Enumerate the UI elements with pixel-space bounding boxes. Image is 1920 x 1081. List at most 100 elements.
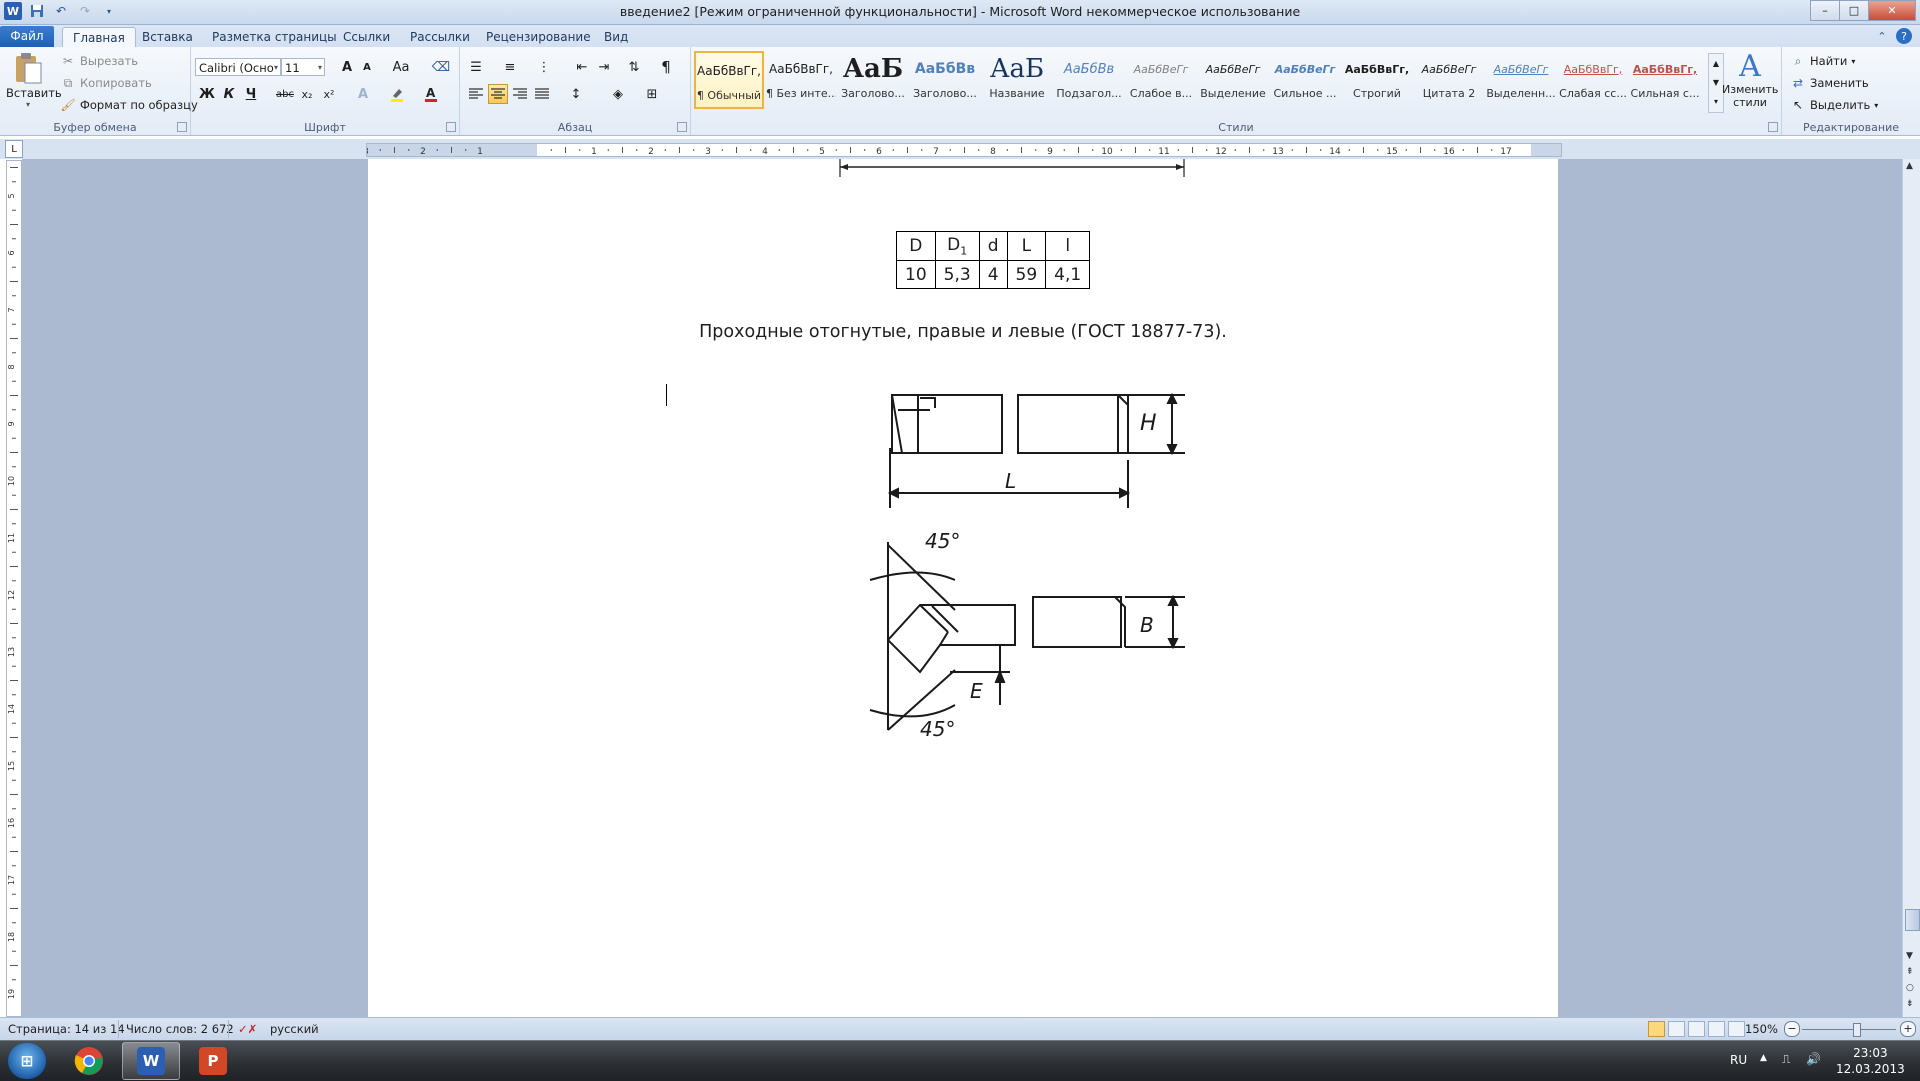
style-subtle-emphasis[interactable]: АаБбВеГг Слабое в... <box>1126 51 1196 109</box>
find-button[interactable]: ⌕ Найти ▾ <box>1790 53 1856 69</box>
table-cell[interactable]: 4,1 <box>1045 260 1091 290</box>
align-left-icon[interactable] <box>466 84 486 104</box>
italic-button[interactable]: К <box>219 84 239 104</box>
scroll-down-icon[interactable]: ▼ <box>1906 951 1913 961</box>
prev-page-icon[interactable]: ⇞ <box>1906 967 1914 977</box>
sort-icon[interactable]: ⇅ <box>624 57 644 77</box>
scroll-up-icon[interactable]: ▲ <box>1906 161 1913 171</box>
table-cell[interactable]: 59 <box>1006 260 1047 290</box>
input-language[interactable]: RU <box>1730 1053 1747 1067</box>
start-button[interactable]: ⊞ <box>8 1043 46 1079</box>
copy-button[interactable]: ⧉ Копировать <box>60 75 152 91</box>
styles-launcher-icon[interactable] <box>1768 122 1778 132</box>
font-size-combo[interactable]: 11 ▾ <box>281 58 325 76</box>
style-strong[interactable]: АаБбВвГг, Строгий <box>1342 51 1412 109</box>
style-no-spacing[interactable]: АаБбВвГг, ¶ Без инте... <box>766 51 836 109</box>
style-heading-2[interactable]: АаБбВв Заголово... <box>910 51 980 109</box>
style-intense-reference[interactable]: АаБбВвГг, Сильная с... <box>1630 51 1700 109</box>
page-indicator[interactable]: Страница: 14 из 14 <box>8 1022 125 1036</box>
change-styles-button[interactable]: A Изменить стили <box>1722 51 1778 110</box>
replace-button[interactable]: ⇄ Заменить <box>1790 75 1869 91</box>
table-header-cell[interactable]: L <box>1006 230 1047 262</box>
text-effects-icon[interactable]: A <box>353 84 373 104</box>
figure-caption[interactable]: Проходные отогнутые, правые и левые (ГОС… <box>368 322 1558 342</box>
proofing-icon[interactable]: ✓✗ <box>238 1022 257 1036</box>
paragraph-launcher-icon[interactable] <box>677 122 687 132</box>
zoom-in-icon[interactable]: + <box>1900 1021 1916 1037</box>
scroll-thumb[interactable] <box>1905 909 1920 931</box>
justify-icon[interactable] <box>532 84 552 104</box>
tab-insert[interactable]: Вставка <box>132 27 203 47</box>
bold-button[interactable]: Ж <box>197 84 217 104</box>
draft-icon[interactable] <box>1728 1021 1745 1037</box>
next-page-icon[interactable]: ⇟ <box>1906 999 1914 1009</box>
close-button[interactable]: ✕ <box>1868 0 1916 21</box>
cut-button[interactable]: ✂ Вырезать <box>60 53 138 69</box>
align-center-icon[interactable] <box>488 84 508 104</box>
vertical-ruler[interactable]: 5 6 7 8 9 10 11 12 13 14 15 16 17 18 19 <box>6 160 22 1017</box>
align-right-icon[interactable] <box>510 84 530 104</box>
style-subtitle[interactable]: АаБбВв Подзагол... <box>1054 51 1124 109</box>
tab-review[interactable]: Рецензирование <box>476 27 601 47</box>
line-spacing-icon[interactable]: ↕ <box>566 84 586 104</box>
style-intense-quote[interactable]: АаБбВеГг Выделенн... <box>1486 51 1556 109</box>
chrome-taskbar-app[interactable] <box>60 1042 118 1080</box>
grow-font-button[interactable]: A <box>337 57 357 77</box>
tab-page-layout[interactable]: Разметка страницы <box>202 27 347 47</box>
style-heading-1[interactable]: АаБ Заголово... <box>838 51 908 109</box>
style-normal[interactable]: АаБбВвГг, ¶ Обычный <box>694 51 764 109</box>
numbering-icon[interactable]: ≡ <box>500 57 520 77</box>
tab-file[interactable]: Файл <box>0 26 54 47</box>
font-color-icon[interactable]: A <box>421 84 441 104</box>
zoom-out-icon[interactable]: − <box>1784 1021 1800 1037</box>
subscript-button[interactable]: x₂ <box>297 84 317 104</box>
tab-selector-icon[interactable]: L <box>5 140 23 158</box>
format-painter-button[interactable]: 🖌 Формат по образцу <box>60 97 197 113</box>
style-emphasis[interactable]: АаБбВеГг Выделение <box>1198 51 1268 109</box>
style-quote-2[interactable]: АаБбВеГг Цитата 2 <box>1414 51 1484 109</box>
change-case-button[interactable]: Aa <box>387 57 415 77</box>
underline-button[interactable]: Ч <box>241 84 261 104</box>
style-title[interactable]: АаБ Название <box>982 51 1052 109</box>
decrease-indent-icon[interactable]: ⇤ <box>572 57 592 77</box>
show-marks-button[interactable]: ¶ <box>656 57 676 77</box>
increase-indent-icon[interactable]: ⇥ <box>594 57 614 77</box>
multilevel-list-icon[interactable]: ⋮ <box>534 57 554 77</box>
shading-icon[interactable]: ◈ <box>608 84 628 104</box>
word-taskbar-app[interactable]: W <box>122 1042 180 1080</box>
web-layout-icon[interactable] <box>1688 1021 1705 1037</box>
volume-icon[interactable]: 🔊 <box>1806 1052 1821 1066</box>
table-header-cell[interactable]: l <box>1045 230 1091 262</box>
minimize-ribbon-icon[interactable]: ⌃ <box>1874 28 1890 44</box>
select-button[interactable]: ↖ Выделить ▾ <box>1790 97 1878 113</box>
tab-mailings[interactable]: Рассылки <box>400 27 480 47</box>
powerpoint-taskbar-app[interactable]: P <box>184 1042 242 1080</box>
tab-home[interactable]: Главная <box>62 27 136 48</box>
outline-icon[interactable] <box>1708 1021 1725 1037</box>
zoom-slider[interactable] <box>1802 1029 1896 1030</box>
style-intense-emphasis[interactable]: АаБбВеГг Сильное ... <box>1270 51 1340 109</box>
full-screen-reading-icon[interactable] <box>1668 1021 1685 1037</box>
clear-formatting-icon[interactable]: ⌫ <box>431 57 451 77</box>
maximize-button[interactable]: □ <box>1839 0 1869 21</box>
shrink-font-button[interactable]: A <box>357 57 377 77</box>
paste-button[interactable]: Вставить ▾ <box>6 51 62 109</box>
word-count[interactable]: Число слов: 2 672 <box>126 1022 234 1036</box>
tab-view[interactable]: Вид <box>594 27 638 47</box>
clipboard-launcher-icon[interactable] <box>177 122 187 132</box>
borders-icon[interactable]: ⊞ <box>642 84 662 104</box>
superscript-button[interactable]: x² <box>319 84 339 104</box>
table-header-cell[interactable]: d <box>978 230 1008 262</box>
language-indicator[interactable]: русский <box>270 1022 319 1036</box>
horizontal-ruler[interactable]: 3211234567891011121314151617 <box>366 143 1562 157</box>
strikethrough-button[interactable]: abc <box>275 84 295 104</box>
font-launcher-icon[interactable] <box>446 122 456 132</box>
table-cell[interactable]: 4 <box>978 260 1008 290</box>
browse-object-icon[interactable]: ○ <box>1906 983 1914 993</box>
zoom-level[interactable]: 150% <box>1745 1022 1778 1036</box>
clock[interactable]: 23:03 12.03.2013 <box>1836 1045 1905 1077</box>
table-cell[interactable]: 10 <box>896 260 936 290</box>
zoom-slider-thumb[interactable] <box>1853 1023 1861 1037</box>
minimize-button[interactable]: – <box>1810 0 1840 21</box>
table-header-cell[interactable]: D <box>896 230 936 262</box>
